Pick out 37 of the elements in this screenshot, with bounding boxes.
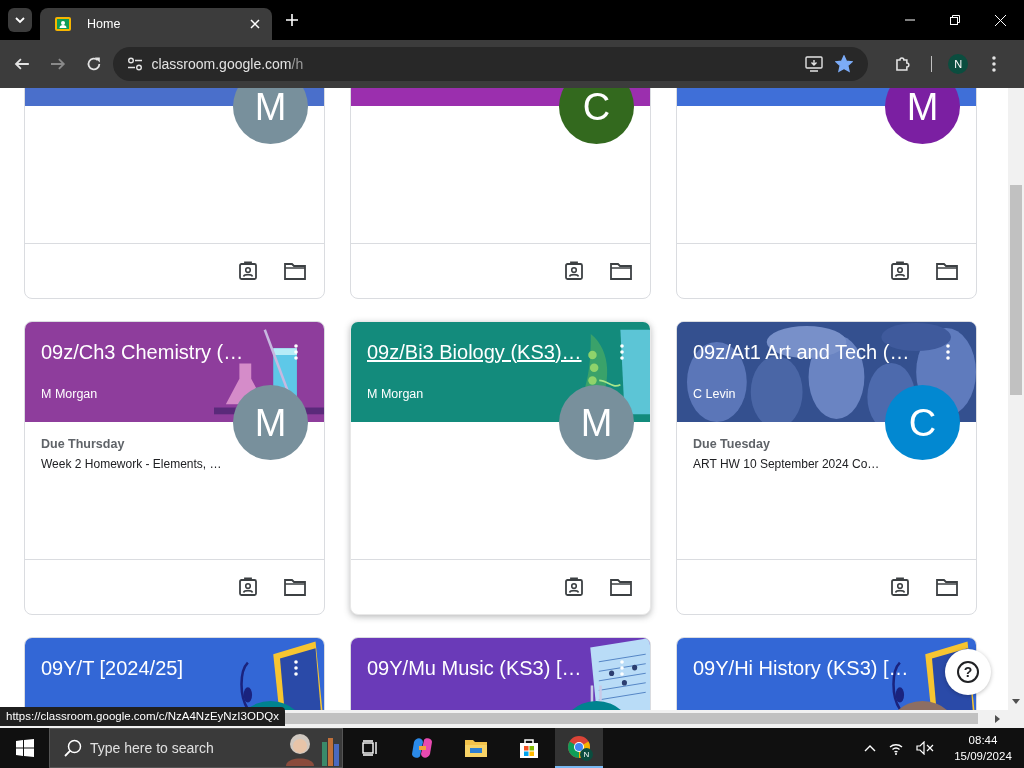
teacher-name: C Levin: [693, 387, 736, 401]
clock-time[interactable]: 08:44: [968, 732, 998, 748]
due-label: Due Thursday: [41, 437, 126, 451]
course-card[interactable]: 09z/Bi3 Biology (KS3)… M Morgan M: [350, 321, 651, 615]
tab-title: Home: [87, 17, 122, 31]
profile-badge: N: [580, 748, 593, 761]
course-title[interactable]: 09z/Bi3 Biology (KS3)…: [367, 340, 582, 364]
clock-date[interactable]: 15/09/2024: [954, 748, 1012, 764]
assignment-link[interactable]: Week 2 Homework - Elements, …: [41, 457, 224, 471]
teacher-avatar: M: [885, 88, 960, 144]
course-card[interactable]: M: [676, 88, 977, 299]
course-title[interactable]: 09Y/Hi History (KS3) […: [693, 656, 909, 680]
course-title[interactable]: 09Y/T [2024/25]: [41, 656, 183, 680]
browser-tab[interactable]: Home: [40, 8, 272, 40]
address-bar[interactable]: classroom.google.com/h: [113, 47, 868, 81]
help-button[interactable]: ?: [945, 649, 991, 695]
course-title[interactable]: 09Y/Mu Music (KS3) […: [367, 656, 582, 680]
course-card[interactable]: 09z/At1 Art and Tech (… C Levin C Due Tuesday ART HW 10 September 2024 Co…: [676, 321, 977, 615]
course-card[interactable]: 09Y/Mu Music (KS3) […: [350, 637, 651, 710]
status-url: https://classroom.google.com/c/NzA4NzEyNzI3ODQx: [0, 707, 285, 726]
teacher-avatar: C: [559, 88, 634, 144]
course-title[interactable]: 09z/At1 Art and Tech (…: [693, 340, 910, 364]
teacher-name: M Morgan: [367, 387, 424, 401]
course-card[interactable]: C: [350, 88, 651, 299]
course-card[interactable]: 09Y/T [2024/25]: [24, 637, 325, 710]
teacher-avatar: M: [233, 88, 308, 144]
teacher-name: M Morgan: [41, 387, 98, 401]
course-title[interactable]: 09z/Ch3 Chemistry (…: [41, 340, 244, 364]
taskbar-search-field[interactable]: Type here to search: [49, 728, 343, 768]
due-label: Due Tuesday: [693, 437, 771, 451]
horizontal-scrollbar[interactable]: https://classroom.google.com/c/NzA4NzEyNzI3ODQx: [0, 710, 1024, 728]
assignment-link[interactable]: ART HW 10 September 2024 Co…: [693, 457, 876, 471]
course-card[interactable]: 09z/Ch3 Chemistry (… M Morgan M Due Thursday Week 2 Homework - Elements, …: [24, 321, 325, 615]
profile-avatar[interactable]: N: [948, 54, 969, 74]
url-text: classroom.google.com/h: [151, 56, 304, 72]
chrome-taskbar-button[interactable]: N: [555, 728, 603, 768]
search-placeholder: Type here to search: [90, 740, 214, 756]
